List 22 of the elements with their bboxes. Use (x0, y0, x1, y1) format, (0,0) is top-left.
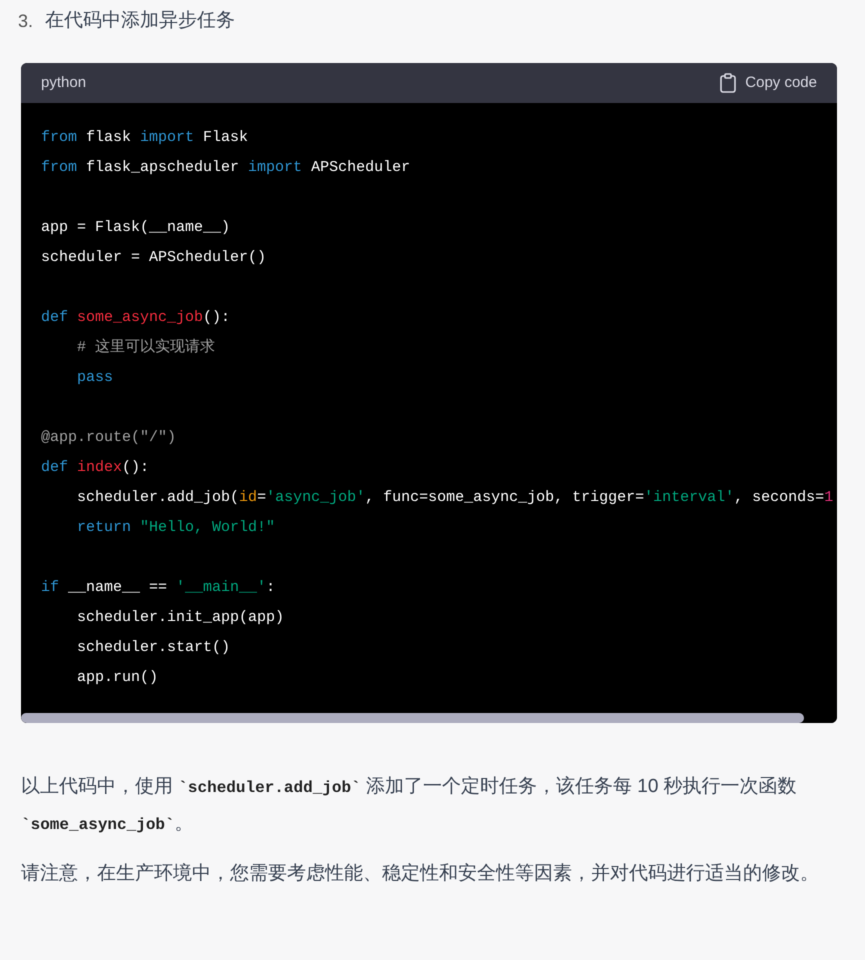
paragraph: 以上代码中，使用 `scheduler.add_job` 添加了一个定时任务，该任务每 10 秒执行一次函数 `some_async_job`。 (21, 775, 798, 836)
code-line: return "Hello, World!" (76, 518, 276, 538)
code-line: app = Flask(__name__) (41, 218, 230, 238)
code-line: scheduler = APScheduler() (41, 248, 266, 268)
step-number: 3. (18, 10, 34, 32)
code-line: # 这里可以实现请求 (76, 338, 216, 358)
code-line: scheduler.init_app(app) (76, 608, 284, 628)
code-line: def some_async_job(): (41, 308, 230, 328)
code-line: def index(): (41, 458, 150, 478)
copy-code-button[interactable]: Copy code (719, 72, 817, 94)
code-line: @app.route("/") (41, 428, 176, 448)
code-line: from flask_apscheduler import APScheduler (41, 158, 410, 178)
code-line: scheduler.start() (76, 638, 230, 658)
paragraph: 请注意，在生产环境中，您需要考虑性能、稳定性和安全性等因素，并对代码进行适当的修改。 (21, 862, 820, 886)
language-label: python (41, 72, 86, 93)
code-line: app.run() (76, 668, 158, 688)
code-line: scheduler.add_job(id='async_job', func=some_async_job, trigger='interval', seconds=1 (76, 488, 834, 508)
clipboard-icon (719, 73, 738, 93)
code-line: from flask import Flask (41, 128, 248, 148)
code-line: pass (76, 368, 114, 388)
code-line: if __name__ == '__main__': (41, 578, 276, 598)
step-title: 在代码中添加异步任务 (45, 8, 236, 33)
